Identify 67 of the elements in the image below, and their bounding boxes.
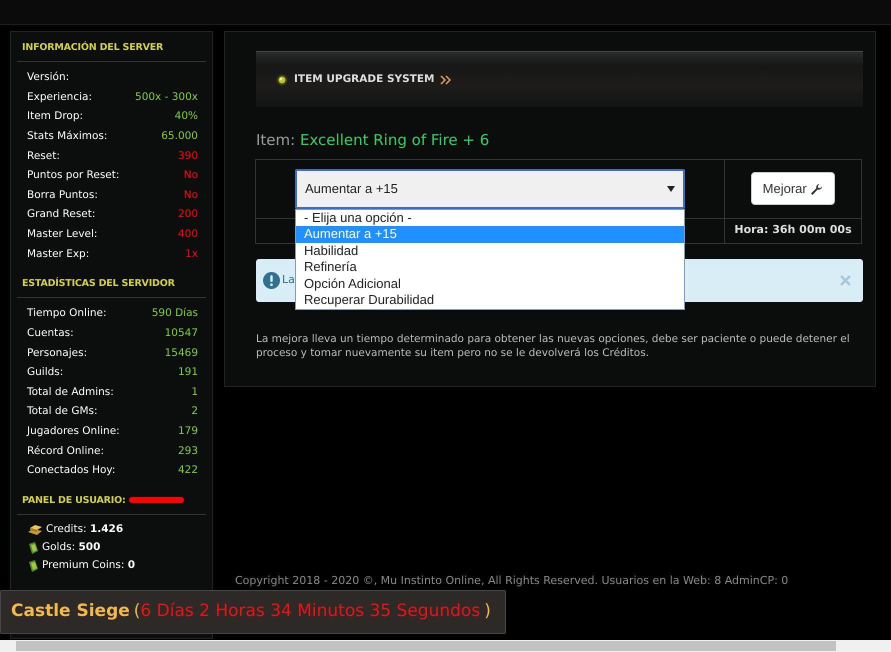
- section-title: ESTADÍSTICAS DEL SERVIDOR: [17, 268, 206, 298]
- stat-label: Stats Máximos:: [27, 128, 108, 144]
- stat-label: Reset:: [27, 148, 60, 164]
- orb-icon: [276, 74, 288, 86]
- stat-label: Jugadores Online:: [27, 424, 120, 439]
- stat-value: 200: [178, 207, 198, 222]
- stat-value: 400: [178, 226, 198, 242]
- money-icon: [27, 559, 39, 574]
- stat-label: Puntos por Reset:: [27, 168, 120, 184]
- stat-value: No: [184, 168, 198, 184]
- dropdown-option[interactable]: Refinería: [296, 259, 684, 276]
- stat-label: Grand Reset:: [27, 207, 96, 222]
- stat-value: 1: [191, 384, 198, 400]
- balance-text: Golds: 500: [42, 540, 100, 556]
- dropdown-option[interactable]: - Elija una opción -: [296, 210, 684, 226]
- dropdown-option[interactable]: Habilidad: [296, 242, 684, 260]
- stat-value: 293: [178, 444, 198, 459]
- stat-value: 40%: [174, 109, 198, 124]
- countdown-text: 6 Días 2 Horas 34 Minutos 35 Segundos: [140, 600, 480, 624]
- stat-value: 15469: [164, 346, 198, 361]
- timer-text: Hora: 36h 00m 00s: [734, 223, 852, 236]
- stat-label: Master Exp:: [27, 246, 90, 262]
- stat-value: 590 Días: [152, 306, 198, 322]
- stat-value: 2: [191, 404, 198, 420]
- balance-text: Credits: 1.426: [46, 522, 124, 538]
- stat-label: Experiencia:: [27, 90, 92, 105]
- parenthesis: (: [134, 600, 140, 624]
- stat-label: Personajes:: [27, 346, 88, 361]
- stat-label: Cuentas:: [27, 326, 74, 341]
- stat-value: 1x: [185, 246, 198, 262]
- section-title: PANEL DE USUARIO:: [22, 494, 126, 506]
- balance-text: Premium Coins: 0: [42, 558, 136, 574]
- stat-value: 10547: [164, 326, 198, 341]
- stat-label: Guilds:: [27, 365, 64, 380]
- section-title: INFORMACIÓN DEL SERVER: [17, 32, 206, 62]
- ingot-icon: [27, 523, 43, 538]
- alert-text: La: [282, 272, 295, 288]
- stat-value: No: [184, 188, 198, 203]
- dropdown-option[interactable]: Opción Adicional: [296, 276, 684, 292]
- parenthesis: ): [484, 600, 491, 624]
- footer-text: Copyright 2018 - 2020 ©, Mu Instinto Online, All Rights Reserved. Usuarios en la Web: 8 AdminCP: 0: [235, 574, 788, 586]
- stat-label: Total de Admins:: [27, 384, 114, 400]
- stat-label: Récord Online:: [27, 444, 104, 459]
- stat-label: Conectados Hoy:: [27, 463, 116, 478]
- upgrade-button[interactable]: Mejorar: [750, 172, 836, 206]
- stat-label: Borra Puntos:: [27, 188, 98, 203]
- stat-label: Tiempo Online:: [27, 306, 107, 322]
- stat-label: Total de GMs:: [27, 404, 98, 420]
- stat-label: Item Drop:: [27, 109, 84, 124]
- banner-title: ITEM UPGRADE SYSTEM: [294, 72, 434, 87]
- caret-icon: [667, 186, 675, 192]
- money-icon: [27, 541, 39, 556]
- info-paragraph: La mejora lleva un tiempo determinado para obtener las nuevas opciones, debe ser paciente o puede detener el proceso y tomar nuevamente su item pero no se le devolverá los Créditos.: [256, 332, 851, 360]
- stat-value: 422: [178, 463, 198, 478]
- double-chevron-icon: [440, 74, 452, 84]
- stat-value: 65.000: [161, 128, 198, 144]
- stat-value: 179: [178, 424, 198, 439]
- item-title: Item: Excellent Ring of Fire + 6: [256, 130, 490, 151]
- stat-label: Versión:: [27, 70, 70, 86]
- info-icon: [263, 272, 280, 288]
- horizontal-scrollbar[interactable]: [0, 640, 891, 652]
- castle-siege-title: Castle Siege: [11, 600, 130, 624]
- stat-label: Master Level:: [27, 226, 98, 242]
- dropdown-option[interactable]: Recuperar Durabilidad: [296, 292, 684, 310]
- stat-value: 390: [178, 148, 198, 164]
- stat-value: 191: [178, 365, 198, 380]
- stat-value: 500x - 300x: [135, 90, 198, 105]
